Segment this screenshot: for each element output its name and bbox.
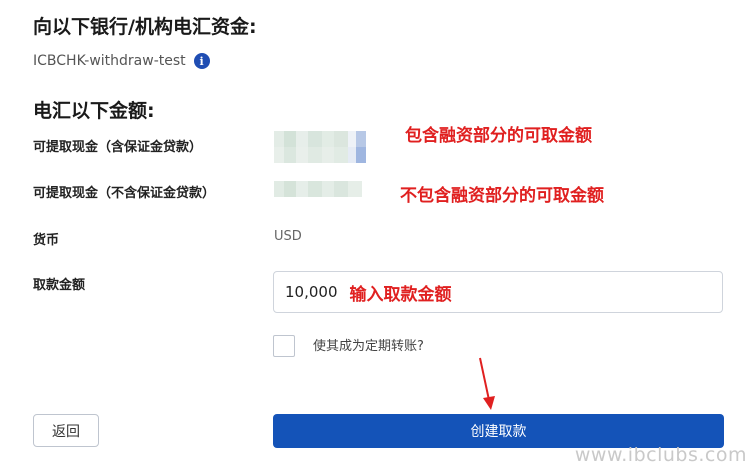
info-icon[interactable]: i [193,53,210,69]
create-withdrawal-button[interactable]: 创建取款 [273,414,724,448]
bank-heading: 向以下银行/机构电汇资金: [33,16,257,38]
withdrawable-incl-value-blurred-2 [274,147,366,163]
amount-label: 取款金额 [33,278,86,293]
amount-input-value: 10,000 [285,283,338,301]
annotation-amount: 输入取款金额 [349,284,452,305]
currency-value: USD [274,229,302,244]
bank-line: ICBCHK-withdraw-test i [33,53,210,69]
withdrawable-excl-value-blurred [274,181,362,197]
withdrawable-incl-value-blurred [274,131,366,147]
back-button[interactable]: 返回 [33,414,99,447]
annotation-excl: 不包含融资部分的可取金额 [400,186,604,206]
annotation-incl: 包含融资部分的可取金额 [405,126,592,146]
standing-transfer-checkbox[interactable] [273,335,295,357]
standing-transfer-label: 使其成为定期转账? [313,339,424,354]
withdrawable-incl-label: 可提取现金（含保证金贷款） [33,140,203,155]
amount-heading: 电汇以下金额: [33,100,155,122]
withdrawable-excl-label: 可提取现金（不含保证金贷款） [33,186,216,201]
arrow-down-icon [479,357,495,410]
currency-label: 货币 [33,233,60,248]
amount-input[interactable]: 10,000 输入取款金额 [273,271,723,313]
bank-name: ICBCHK-withdraw-test [33,53,186,69]
watermark: www.ibclubs.com [574,444,747,466]
